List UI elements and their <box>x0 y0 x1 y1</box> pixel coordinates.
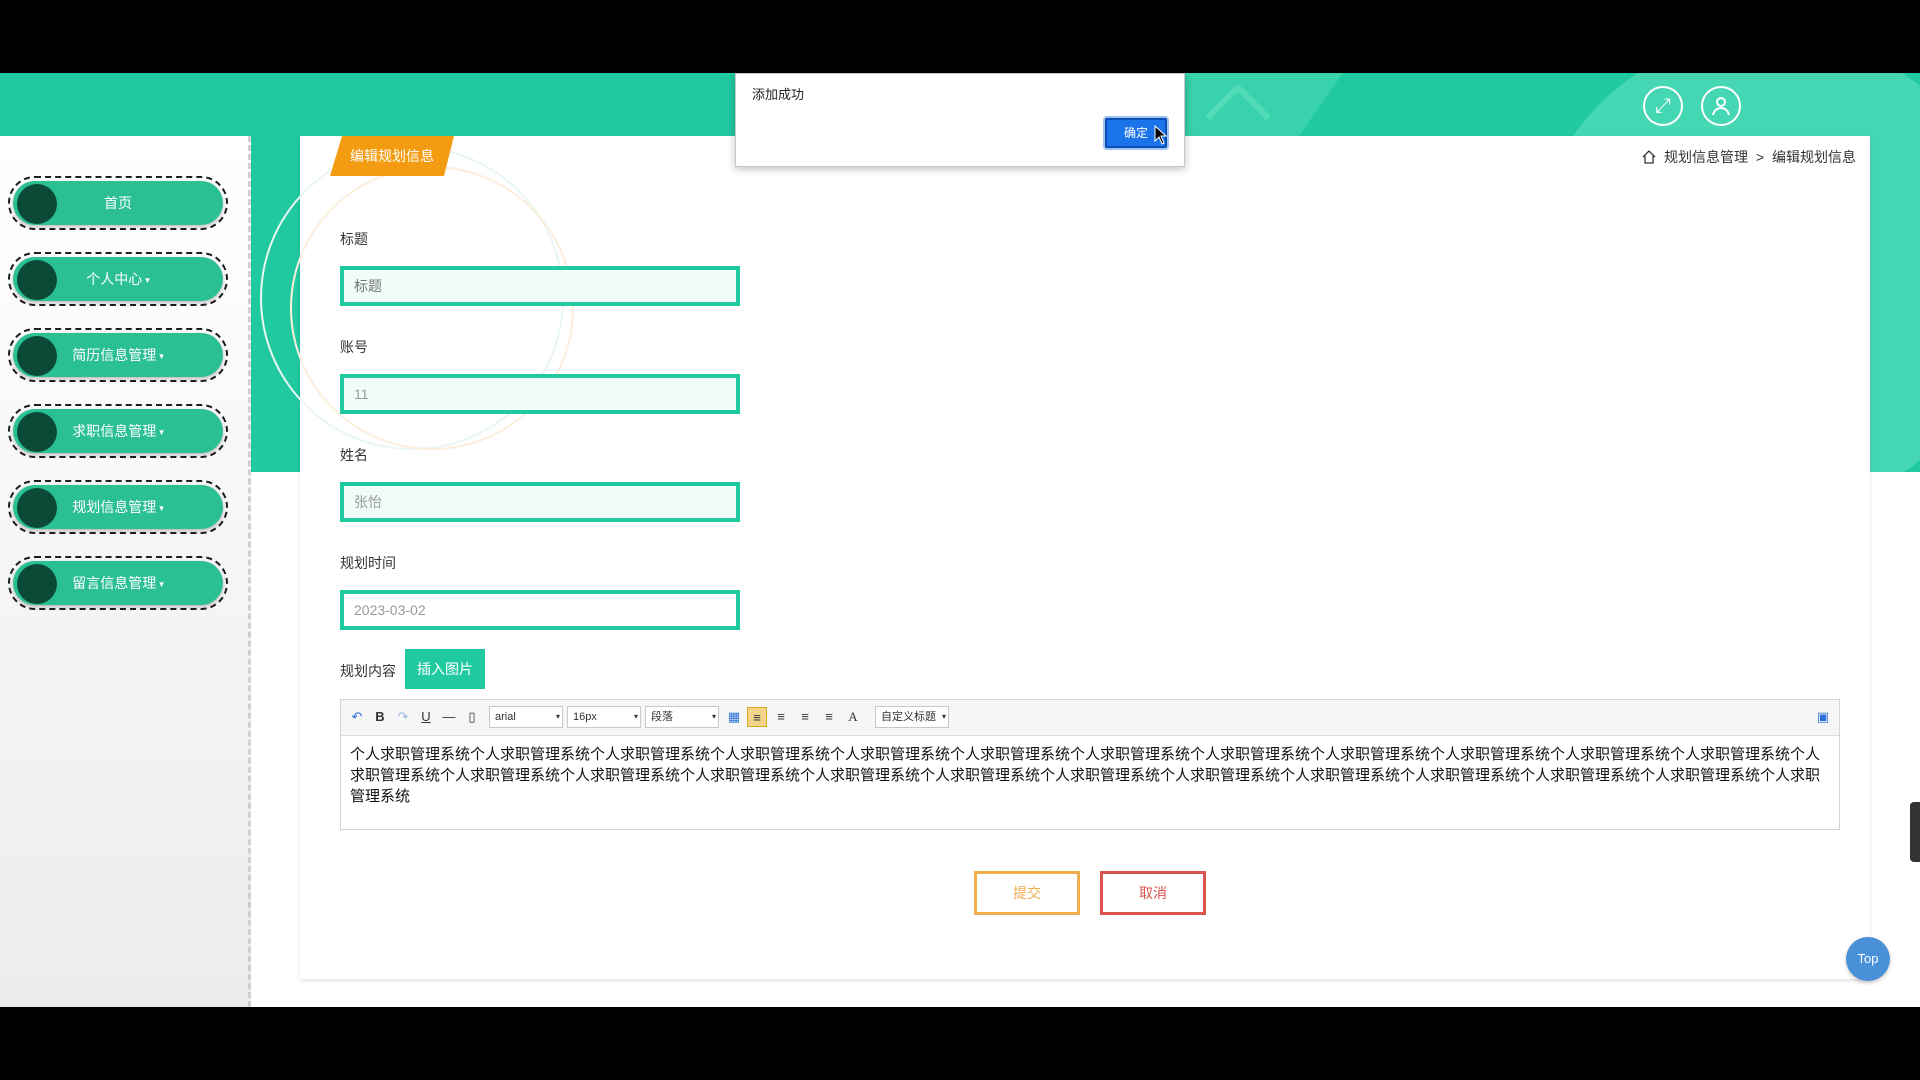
alert-dialog: 添加成功 确定 <box>735 73 1185 167</box>
align-right-icon[interactable]: ≡ <box>771 707 791 727</box>
horizontal-rule-icon[interactable]: — <box>439 707 459 727</box>
sidebar-item-label: 首页 <box>104 195 132 211</box>
home-icon[interactable] <box>1642 150 1656 164</box>
account-input[interactable] <box>340 374 740 414</box>
caret-down-icon: ▾ <box>145 275 150 286</box>
back-to-top-button[interactable]: Top <box>1846 937 1890 981</box>
page-tab-title: 编辑规划信息 <box>330 136 454 176</box>
breadcrumb-separator: > <box>1755 149 1765 165</box>
font-color-icon[interactable]: A <box>843 707 863 727</box>
dialog-message: 添加成功 <box>752 87 805 102</box>
caret-down-icon: ▾ <box>159 503 164 514</box>
user-icon[interactable] <box>1701 86 1741 126</box>
align-justify-icon[interactable]: ≡ <box>819 707 839 727</box>
edit-form-card: 编辑规划信息 规划信息管理 > 编辑规划信息 标题 账号 姓名 规划时间 规划内… <box>260 136 1870 979</box>
nav-dot-icon <box>17 564 57 604</box>
bold-icon[interactable]: B <box>370 707 390 727</box>
font-family-select[interactable]: arial ▾ <box>489 706 563 728</box>
insert-image-button[interactable]: 插入图片 <box>405 649 485 689</box>
submit-button[interactable]: 提交 <box>974 871 1080 915</box>
sidebar-item-label: 个人中心 <box>86 271 143 287</box>
editor-content[interactable]: 个人求职管理系统个人求职管理系统个人求职管理系统个人求职管理系统个人求职管理系统… <box>341 736 1839 815</box>
sidebar-item-job-seeking[interactable]: 求职信息管理 ▾ <box>8 404 228 458</box>
underline-icon[interactable]: U <box>416 707 436 727</box>
title-input[interactable] <box>340 266 740 306</box>
paragraph-select[interactable]: 段落 ▾ <box>645 706 719 728</box>
align-left-icon[interactable]: ≡ <box>747 707 767 727</box>
app-screen: ⤢ 首页 个人中心 ▾ 简历信息管理 ▾ 求职信息管理 ▾ 规划信息管理 ▾ 留言信息管… <box>0 73 1920 1007</box>
account-label: 账号 <box>340 339 368 355</box>
sidebar-item-personal-center[interactable]: 个人中心 ▾ <box>8 252 228 306</box>
plan-content-label: 规划内容 <box>340 663 396 679</box>
redo-icon[interactable]: ↷ <box>393 707 413 727</box>
rich-text-editor[interactable]: ↶ B ↷ U — ▯ arial ▾ 16px ▾ 段落 ▾ ▦ ≡ ≡ ≡ ≡ A… <box>340 699 1840 830</box>
editor-toolbar: ↶ B ↷ U — ▯ arial ▾ 16px ▾ 段落 ▾ ▦ ≡ ≡ ≡ ≡ A… <box>341 700 1839 736</box>
sidebar: 首页 个人中心 ▾ 简历信息管理 ▾ 求职信息管理 ▾ 规划信息管理 ▾ 留言信息管理 ▾ <box>0 136 251 1007</box>
caret-down-icon: ▾ <box>159 579 164 590</box>
cancel-button[interactable]: 取消 <box>1100 871 1206 915</box>
undo-icon[interactable]: ↶ <box>347 707 367 727</box>
fullscreen-editor-icon[interactable]: ▣ <box>1813 707 1833 727</box>
sidebar-item-home[interactable]: 首页 <box>8 176 228 230</box>
side-handle[interactable] <box>1910 802 1920 862</box>
nav-dot-icon <box>17 336 57 376</box>
caret-down-icon: ▾ <box>159 351 164 362</box>
page-icon[interactable]: ▯ <box>462 707 482 727</box>
align-center-icon[interactable]: ≡ <box>795 707 815 727</box>
table-icon[interactable]: ▦ <box>724 707 744 727</box>
custom-title-select[interactable]: 自定义标题 ▾ <box>875 706 949 728</box>
sidebar-item-planning[interactable]: 规划信息管理 ▾ <box>8 480 228 534</box>
caret-down-icon: ▾ <box>159 427 164 438</box>
fullscreen-icon[interactable]: ⤢ <box>1643 86 1683 126</box>
sidebar-item-label: 求职信息管理 <box>72 423 157 439</box>
font-size-select[interactable]: 16px ▾ <box>567 706 641 728</box>
plan-time-input[interactable] <box>340 590 740 630</box>
sidebar-item-label: 简历信息管理 <box>72 347 157 363</box>
sidebar-item-messages[interactable]: 留言信息管理 ▾ <box>8 556 228 610</box>
sidebar-item-label: 留言信息管理 <box>72 575 157 591</box>
name-label: 姓名 <box>340 447 368 463</box>
nav-dot-icon <box>17 412 57 452</box>
name-input[interactable] <box>340 482 740 522</box>
sidebar-item-resume[interactable]: 简历信息管理 ▾ <box>8 328 228 382</box>
title-label: 标题 <box>340 231 368 247</box>
sidebar-item-label: 规划信息管理 <box>72 499 157 515</box>
breadcrumb-current: 编辑规划信息 <box>1772 149 1856 165</box>
nav-dot-icon <box>17 260 57 300</box>
mouse-cursor-icon <box>1154 125 1168 145</box>
breadcrumb: 规划信息管理 > 编辑规划信息 <box>1642 147 1856 167</box>
breadcrumb-section[interactable]: 规划信息管理 <box>1664 149 1748 165</box>
plan-time-label: 规划时间 <box>340 555 396 571</box>
nav-dot-icon <box>17 184 57 224</box>
nav-dot-icon <box>17 488 57 528</box>
